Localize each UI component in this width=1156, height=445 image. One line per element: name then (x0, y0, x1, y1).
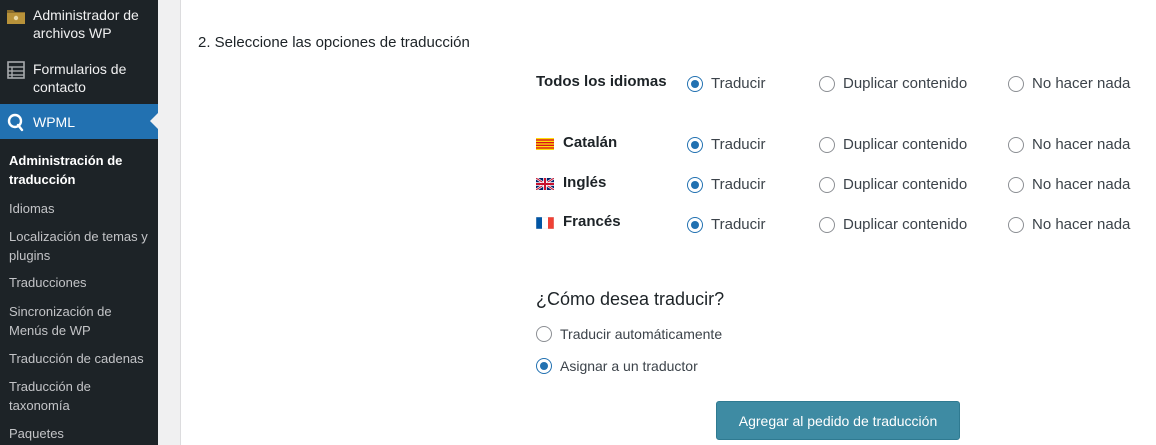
option-label: No hacer nada (1032, 216, 1131, 233)
all-languages-label: Todos los idiomas (536, 73, 667, 90)
option-label: Duplicar contenido (843, 176, 968, 193)
france-flag-icon (535, 216, 555, 229)
menu-item-wpml[interactable]: WPML (0, 104, 158, 139)
radio-checked[interactable] (687, 136, 703, 153)
french-duplicate-radio[interactable]: Duplicar contenido (819, 216, 967, 233)
catalan-translate-radio[interactable]: Traducir (687, 136, 765, 153)
french-label: Francés (535, 213, 621, 230)
option-label: Duplicar contenido (843, 216, 968, 233)
english-translate-radio[interactable]: Traducir (687, 176, 765, 193)
radio-checked[interactable] (536, 358, 552, 374)
submenu-wp-menus-sync[interactable]: Sincronización de Menús de WP (9, 302, 154, 340)
add-to-translation-basket-button[interactable]: Agregar al pedido de traducción (716, 401, 960, 440)
admin-sidebar: Administrador de archivos WP Formularios… (0, 0, 158, 445)
submenu-string-translation[interactable]: Traducción de cadenas (9, 349, 154, 368)
option-label: Duplicar contenido (843, 75, 968, 92)
folder-icon (6, 6, 26, 26)
catalan-label: Catalán (536, 134, 617, 151)
french-translate-radio[interactable]: Traducir (687, 216, 765, 233)
option-label: Traducir (711, 136, 766, 153)
form-icon (6, 60, 26, 80)
auto-translate-radio[interactable]: Traducir automáticamente (536, 326, 722, 342)
english-nothing-radio[interactable]: No hacer nada (1008, 176, 1130, 193)
menu-item-contact-forms[interactable]: Formularios de contacto (0, 60, 158, 96)
all-languages-translate-radio[interactable]: Traducir (687, 75, 765, 92)
catalan-nothing-radio[interactable]: No hacer nada (1008, 136, 1130, 153)
french-nothing-radio[interactable]: No hacer nada (1008, 216, 1130, 233)
option-label: Traducir automáticamente (560, 326, 723, 342)
option-label: Duplicar contenido (843, 136, 968, 153)
radio-unchecked[interactable] (819, 216, 835, 233)
submenu-taxonomy-translation[interactable]: Traducción de taxonomía (9, 377, 154, 415)
option-label: No hacer nada (1032, 75, 1131, 92)
section-title: 2. Seleccione las opciones de traducción (198, 34, 470, 51)
option-label: Traducir (711, 176, 766, 193)
how-to-translate-title: ¿Cómo desea traducir? (536, 289, 725, 309)
option-label: No hacer nada (1032, 176, 1131, 193)
language-name: Francés (563, 213, 621, 230)
radio-unchecked[interactable] (536, 326, 552, 342)
uk-flag-icon (535, 176, 555, 191)
catalan-duplicate-radio[interactable]: Duplicar contenido (819, 136, 967, 153)
radio-unchecked[interactable] (819, 136, 835, 153)
radio-unchecked[interactable] (1008, 136, 1024, 153)
radio-checked[interactable] (687, 75, 703, 92)
menu-label: Administrador de archivos WP (33, 7, 139, 41)
wpml-icon (6, 112, 26, 132)
radio-unchecked[interactable] (1008, 176, 1024, 193)
language-name: Catalán (563, 134, 618, 151)
radio-checked[interactable] (687, 176, 703, 193)
all-languages-nothing-radio[interactable]: No hacer nada (1008, 75, 1130, 92)
option-label: No hacer nada (1032, 136, 1131, 153)
submenu-packages[interactable]: Paquetes (9, 424, 154, 443)
english-duplicate-radio[interactable]: Duplicar contenido (819, 176, 967, 193)
menu-item-file-manager[interactable]: Administrador de archivos WP (0, 6, 158, 42)
option-label: Traducir (711, 216, 766, 233)
translation-options-panel: 2. Seleccione las opciones de traducción… (180, 0, 1156, 445)
assign-translator-radio[interactable]: Asignar a un traductor (536, 358, 698, 374)
menu-label: Formularios de contacto (33, 61, 127, 95)
radio-unchecked[interactable] (819, 75, 835, 92)
english-label: Inglés (535, 174, 607, 191)
radio-unchecked[interactable] (1008, 75, 1024, 92)
radio-unchecked[interactable] (1008, 216, 1024, 233)
submenu-theme-plugin-localization[interactable]: Localización de temas y plugins (9, 227, 154, 265)
language-name: Inglés (563, 174, 607, 191)
submenu-languages[interactable]: Idiomas (9, 199, 154, 218)
submenu-translations[interactable]: Traducciones (9, 273, 154, 292)
catalan-flag-icon (536, 137, 554, 150)
all-languages-duplicate-radio[interactable]: Duplicar contenido (819, 75, 967, 92)
radio-checked[interactable] (687, 216, 703, 233)
menu-label: WPML (33, 113, 75, 130)
option-label: Asignar a un traductor (560, 358, 698, 374)
radio-unchecked[interactable] (819, 176, 835, 193)
submenu-translation-management[interactable]: Administración de traducción (9, 151, 154, 189)
option-label: Traducir (711, 75, 766, 92)
